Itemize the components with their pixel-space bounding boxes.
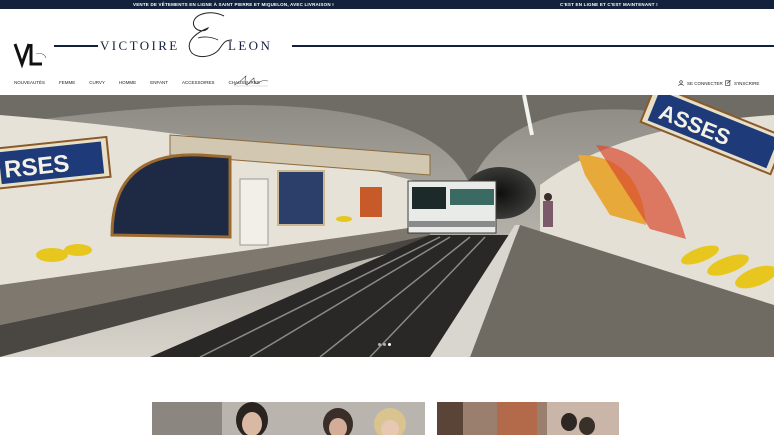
login-label: SE CONNECTER	[687, 80, 723, 86]
hero-image-metro-station: RSES ASSES	[0, 95, 774, 357]
promo-image-models	[152, 402, 425, 435]
brand-divider-right	[292, 45, 774, 47]
announcement-right: C'EST EN LIGNE ET C'EST MAINTENANT !	[560, 2, 658, 7]
register-label: S'INSCRIRE	[734, 80, 760, 86]
ampersand-flourish-icon	[188, 12, 233, 57]
carousel-dot-1[interactable]	[378, 343, 381, 346]
edit-icon	[725, 80, 731, 86]
brand-divider-left	[54, 45, 98, 47]
nav-item-accessoires[interactable]: ACCESSOIRES	[182, 79, 215, 87]
nav-item-enfant[interactable]: ENFANT	[150, 79, 168, 87]
hero-carousel[interactable]: RSES ASSES	[0, 95, 774, 357]
announcement-bar: VENTE DE VÊTEMENTS EN LIGNE À SAINT PIER…	[0, 0, 774, 9]
nav-item-nouveautes[interactable]: NOUVEAUTÉS	[14, 79, 45, 87]
carousel-dots	[378, 343, 391, 346]
user-icon	[678, 80, 684, 86]
promo-tile-left[interactable]	[152, 402, 425, 435]
nav-item-homme[interactable]: HOMME	[119, 79, 136, 87]
nav-item-curvy[interactable]: CURVY	[89, 79, 105, 87]
nav-item-femme[interactable]: FEMME	[59, 79, 75, 87]
login-link[interactable]: SE CONNECTER	[678, 80, 723, 86]
signature-logo-icon[interactable]	[232, 73, 270, 89]
announcement-left: VENTE DE VÊTEMENTS EN LIGNE À SAINT PIER…	[133, 2, 334, 7]
logo-mark-icon[interactable]	[12, 40, 48, 70]
register-link[interactable]: S'INSCRIRE	[725, 80, 759, 86]
promo-tile-right[interactable]	[437, 402, 619, 435]
carousel-dot-3[interactable]	[388, 343, 391, 346]
carousel-dot-2[interactable]	[383, 343, 386, 346]
promo-image-street	[437, 402, 619, 435]
